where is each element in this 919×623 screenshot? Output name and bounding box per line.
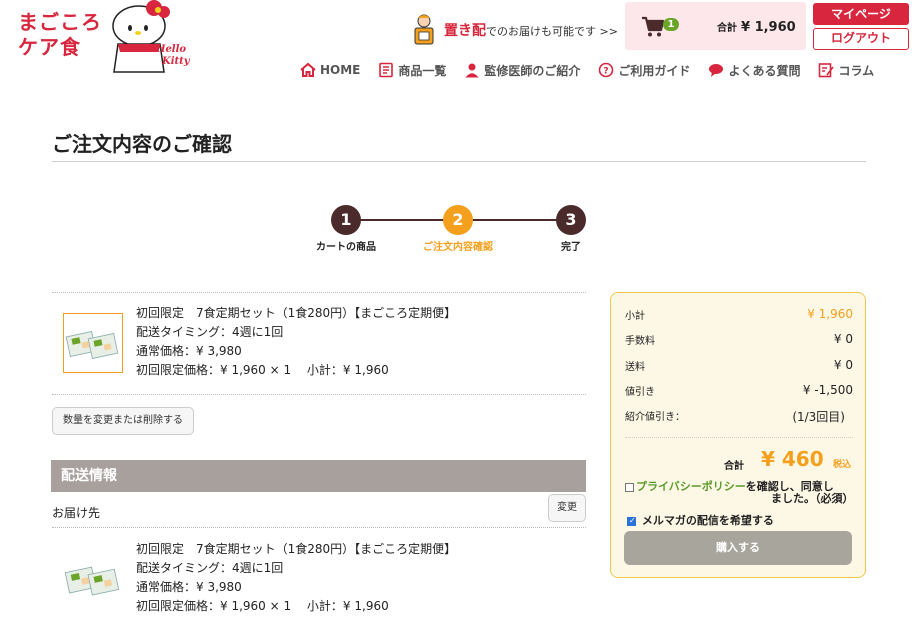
hello-kitty-brand: Hello Kitty	[156, 44, 190, 67]
cart-count-badge: 1	[663, 18, 679, 31]
logo-text: まごころ ケア食	[18, 10, 102, 59]
shipping-item-name: 初回限定 7食定期セット（1食280円）【まごころ定期便】	[136, 542, 457, 556]
shipping-item-first-price: 初回限定価格：¥ 1,960 × 1 小計：¥ 1,960	[136, 599, 389, 613]
shipping-divider	[52, 527, 586, 528]
mailmag-checkbox[interactable]	[627, 516, 636, 526]
item-timing: 配送タイミング：4週に1回	[136, 325, 284, 339]
mypage-button[interactable]: マイページ	[813, 3, 909, 25]
nav-faq[interactable]: よくある質問	[708, 60, 800, 80]
total-label: 合計	[724, 461, 744, 472]
step-1-label: カートの商品	[316, 242, 376, 253]
help-circle-icon: ?	[599, 62, 614, 78]
products-icon	[379, 62, 394, 78]
product-thumbnail	[63, 313, 123, 373]
main-nav: HOME 商品一覧 監修医師のご紹介 ? ご利用ガイド よくある質問 コラム	[300, 60, 892, 80]
cart-icon	[642, 16, 665, 37]
cart-summary[interactable]: 1 合計 ¥ 1,960	[625, 2, 806, 50]
item-details: 初回限定 7食定期セット（1食280円）【まごころ定期便】 配送タイミング：4週…	[136, 304, 456, 380]
purchase-button[interactable]: 購入する	[624, 531, 852, 565]
okihai-banner[interactable]: 置き配でのお届けも可能です >>	[410, 12, 618, 48]
item-first-price: 初回限定価格：¥ 1,960 × 1 小計：¥ 1,960	[136, 363, 389, 377]
shipping-section-header: 配送情報	[51, 460, 586, 492]
meal-box-image	[65, 331, 119, 359]
item-bottom-divider	[52, 394, 586, 395]
home-icon	[300, 62, 316, 77]
nav-doctor[interactable]: 監修医師のご紹介	[464, 60, 580, 80]
nav-guide[interactable]: ? ご利用ガイド	[598, 60, 690, 80]
summary-divider	[625, 437, 853, 438]
step-3-label: 完了	[561, 242, 581, 253]
nav-home[interactable]: HOME	[300, 60, 360, 80]
shipping-fee-row: 送料 ¥ 0	[625, 358, 853, 373]
item-name: 初回限定 7食定期セット（1食280円）【まごころ定期便】	[136, 306, 457, 320]
cart-total: 合計 ¥ 1,960	[717, 20, 796, 35]
site-logo[interactable]: まごころ ケア食 Hello Kitty	[18, 0, 198, 74]
step-3: 3	[556, 205, 586, 235]
okihai-text: でのお届けも可能です >>	[486, 25, 618, 38]
total-value: ¥ 460	[761, 447, 824, 471]
item-regular-price: 通常価格：¥ 3,980	[136, 344, 242, 358]
discount-row: 値引き ¥ -1,500	[625, 383, 853, 398]
item-top-divider	[52, 292, 586, 293]
edit-note-icon	[819, 63, 835, 78]
svg-text:?: ?	[604, 67, 609, 77]
tax-included-label: 税込	[833, 460, 852, 470]
title-divider	[52, 161, 866, 162]
okihai-emphasis: 置き配	[444, 23, 486, 39]
shipping-item-regular-price: 通常価格：¥ 3,980	[136, 580, 242, 594]
change-destination-button[interactable]: 変更	[548, 494, 586, 522]
person-icon	[465, 63, 479, 78]
meal-box-image-2	[64, 566, 120, 596]
page-title: ご注文内容のご確認	[52, 132, 232, 156]
shipping-item-timing: 配送タイミング：4週に1回	[136, 561, 284, 575]
order-summary-panel: 小計 ¥ 1,960 手数料 ¥ 0 送料 ¥ 0 値引き ¥ -1,500 紹介値引き…	[610, 292, 866, 578]
shipping-item-details: 初回限定 7食定期セット（1食280円）【まごころ定期便】 配送タイミング：4週…	[136, 540, 456, 616]
step-2-label: ご注文内容確認	[423, 242, 493, 253]
product-thumbnail-2	[63, 549, 123, 609]
step-2-active: 2	[443, 205, 473, 235]
nav-column[interactable]: コラム	[818, 60, 874, 80]
subtotal-row: 小計 ¥ 1,960	[625, 307, 853, 322]
privacy-checkbox[interactable]	[625, 482, 634, 492]
delivery-person-icon	[414, 14, 434, 45]
change-quantity-button[interactable]: 数量を変更または削除する	[52, 407, 194, 435]
referral-row: 紹介値引き： (1/3回目)	[625, 410, 845, 424]
mailmag-row[interactable]: メルマガの配信を希望する	[627, 512, 774, 528]
shipping-destination-label: お届け先	[52, 506, 101, 520]
nav-products[interactable]: 商品一覧	[378, 60, 446, 80]
step-1: 1	[331, 205, 361, 235]
privacy-agree-row[interactable]: プライバシーポリシーを確認し、同意し ました。（必須）	[625, 481, 855, 505]
chat-bubble-icon	[709, 64, 724, 77]
logout-button[interactable]: ログアウト	[813, 28, 909, 50]
fee-row: 手数料 ¥ 0	[625, 332, 853, 347]
